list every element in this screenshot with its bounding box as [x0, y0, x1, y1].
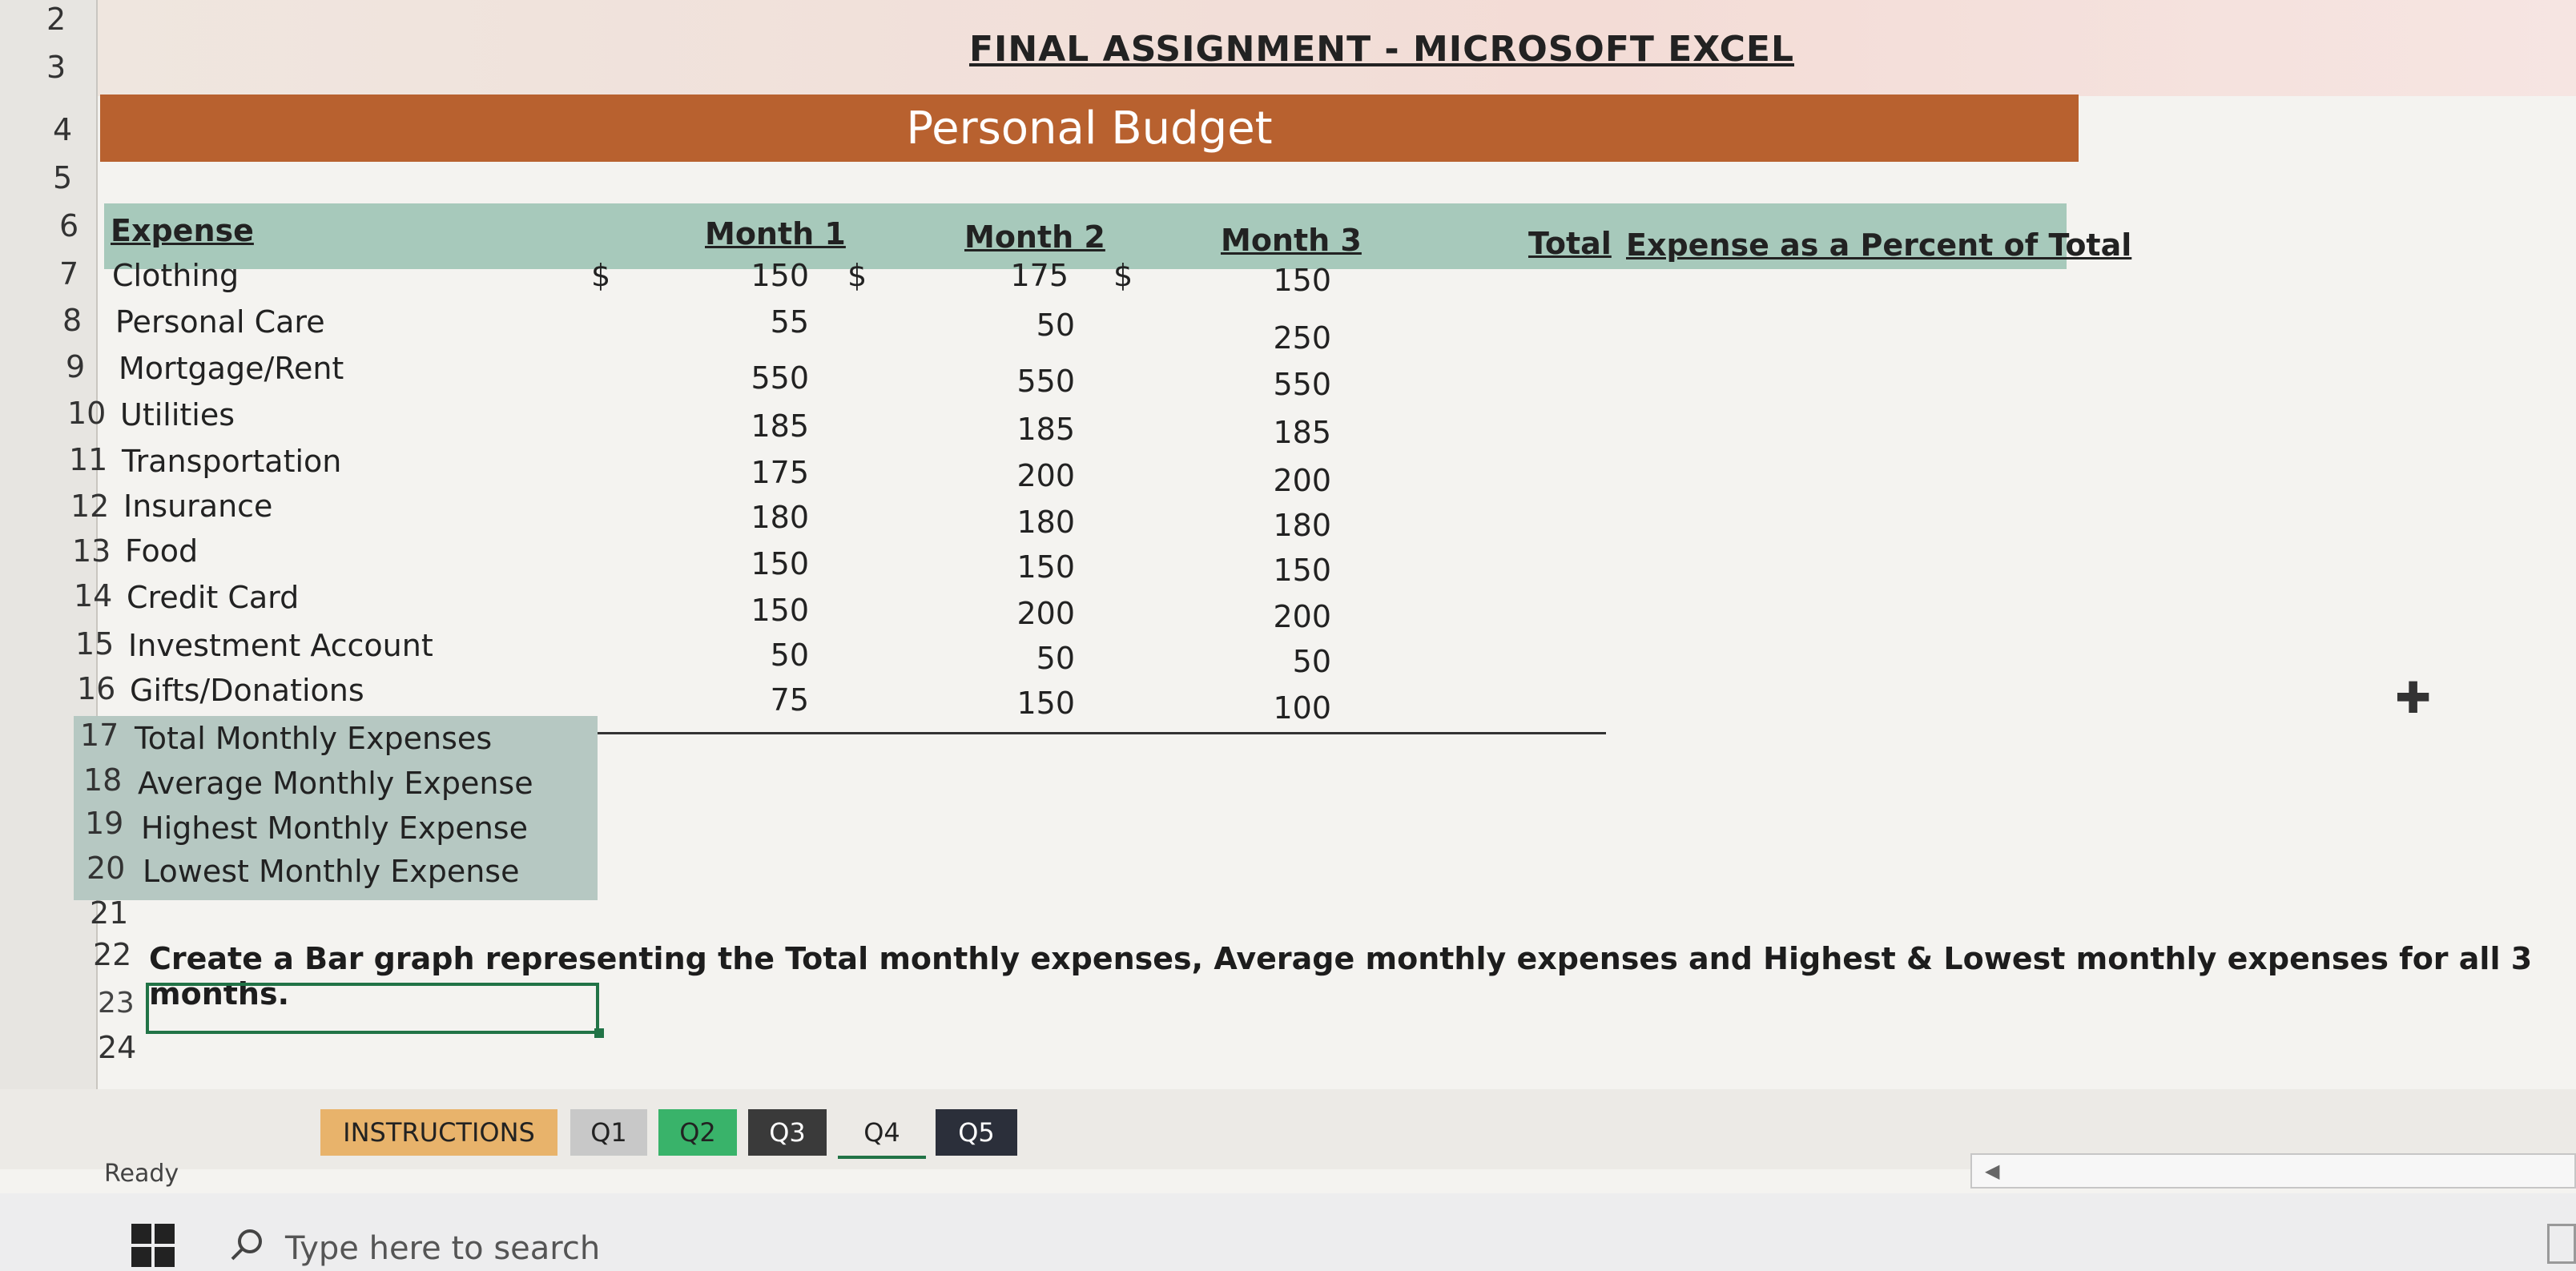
expense-name[interactable]: Investment Account — [128, 628, 433, 663]
budget-banner: Personal Budget — [100, 95, 2079, 162]
month-1-value[interactable]: 75 — [713, 682, 809, 718]
table-row: Personal Care 55 50 250 — [0, 304, 1602, 356]
expense-name[interactable]: Personal Care — [115, 304, 325, 340]
tab-label: INSTRUCTIONS — [343, 1117, 535, 1148]
row-number[interactable]: 18 — [83, 762, 122, 798]
row-number[interactable]: 2 — [46, 2, 66, 37]
tab-label: Q1 — [590, 1117, 627, 1148]
summary-lowest-label[interactable]: Lowest Monthly Expense — [143, 854, 519, 889]
fill-handle[interactable] — [594, 1028, 604, 1038]
table-row: Transportation 175 200 200 — [0, 444, 1602, 498]
header-month-1[interactable]: Month 1 — [705, 216, 846, 251]
expense-name[interactable]: Gifts/Donations — [130, 673, 364, 708]
table-row: Credit Card 150 200 200 — [0, 580, 1602, 634]
windows-start-icon[interactable] — [131, 1224, 176, 1269]
currency-symbol: $ — [1113, 258, 1133, 293]
summary-total-label[interactable]: Total Monthly Expenses — [135, 721, 492, 756]
row-number[interactable]: 23 — [98, 987, 135, 1020]
tab-label: Q5 — [958, 1117, 995, 1148]
selected-cell[interactable] — [146, 983, 599, 1034]
month-3-value[interactable]: 100 — [1235, 690, 1331, 726]
header-expense[interactable]: Expense — [111, 213, 254, 248]
header-percent-of-total[interactable]: Expense as a Percent of Total — [1626, 227, 2131, 263]
month-2-value[interactable]: 50 — [979, 308, 1075, 343]
currency-symbol: $ — [591, 258, 611, 293]
row-number[interactable]: 4 — [53, 112, 72, 147]
month-1-value[interactable]: 55 — [713, 304, 809, 340]
row-number[interactable]: 21 — [90, 895, 128, 931]
search-icon[interactable] — [227, 1225, 266, 1264]
month-2-value[interactable]: 175 — [972, 258, 1069, 293]
tab-label: Q3 — [769, 1117, 806, 1148]
tab-label: Q4 — [863, 1117, 900, 1148]
expense-name[interactable]: Mortgage/Rent — [119, 351, 344, 386]
tab-q1[interactable]: Q1 — [570, 1109, 647, 1156]
tab-label: Q2 — [679, 1117, 716, 1148]
row-number[interactable]: 17 — [80, 718, 119, 753]
scroll-left-icon[interactable]: ◀ — [1985, 1160, 1999, 1183]
banner-title: Personal Budget — [906, 102, 1273, 155]
status-text: Ready — [104, 1160, 179, 1188]
month-2-value[interactable]: 150 — [979, 686, 1075, 721]
summary-highest-label[interactable]: Highest Monthly Expense — [141, 810, 528, 846]
month-2-value[interactable]: 185 — [979, 412, 1075, 447]
total-border-line — [593, 732, 1606, 734]
tab-instructions[interactable]: INSTRUCTIONS — [320, 1109, 557, 1156]
tab-q5[interactable]: Q5 — [936, 1109, 1017, 1156]
table-row: Mortgage/Rent 550 550 550 — [0, 351, 1602, 402]
month-2-value[interactable]: 200 — [979, 596, 1075, 631]
expense-name[interactable]: Credit Card — [127, 580, 299, 615]
row-number[interactable]: 19 — [85, 806, 123, 841]
month-2-value[interactable]: 550 — [979, 364, 1075, 399]
expense-name[interactable]: Utilities — [120, 397, 235, 432]
expense-name[interactable]: Food — [125, 533, 198, 569]
month-1-value[interactable]: 185 — [713, 408, 809, 444]
table-row: Insurance 180 180 180 — [0, 489, 1602, 543]
row-number[interactable]: 24 — [98, 1030, 136, 1065]
table-row: Gifts/Donations 75 150 100 — [0, 673, 1602, 726]
row-number[interactable]: 3 — [46, 50, 66, 85]
header-month-2[interactable]: Month 2 — [964, 219, 1105, 255]
month-3-value[interactable]: 150 — [1235, 263, 1331, 298]
horizontal-scrollbar[interactable] — [1970, 1153, 2576, 1189]
table-row: Food 150 150 150 — [0, 533, 1602, 588]
month-1-value[interactable]: 150 — [713, 593, 809, 628]
taskbar-search-input[interactable]: Type here to search — [285, 1230, 600, 1267]
row-number[interactable]: 6 — [59, 208, 78, 243]
expense-name[interactable]: Clothing — [112, 258, 239, 293]
row-number[interactable]: 5 — [53, 160, 72, 195]
row-number[interactable]: 22 — [93, 937, 131, 972]
expense-name[interactable]: Transportation — [122, 444, 341, 479]
sheet-title: FINAL ASSIGNMENT - MICROSOFT EXCEL — [969, 29, 1795, 70]
tab-q2[interactable]: Q2 — [658, 1109, 737, 1156]
currency-symbol: $ — [847, 258, 867, 293]
month-1-value[interactable]: 175 — [713, 455, 809, 490]
month-1-value[interactable]: 150 — [713, 546, 809, 581]
month-1-value[interactable]: 50 — [713, 638, 809, 673]
cursor-cross-icon: ✚ — [2395, 674, 2432, 722]
header-total[interactable]: Total — [1528, 226, 1612, 261]
month-1-value[interactable]: 150 — [713, 258, 809, 293]
expense-name[interactable]: Insurance — [123, 489, 272, 524]
notification-icon[interactable] — [2547, 1224, 2576, 1264]
month-2-value[interactable]: 50 — [979, 641, 1075, 676]
table-row: Utilities 185 185 185 — [0, 397, 1602, 450]
tab-q4[interactable]: Q4 — [838, 1109, 926, 1159]
month-1-value[interactable]: 180 — [713, 500, 809, 535]
table-row: Investment Account 50 50 50 — [0, 628, 1602, 679]
summary-average-label[interactable]: Average Monthly Expense — [138, 766, 533, 801]
tab-q3[interactable]: Q3 — [748, 1109, 827, 1156]
month-1-value[interactable]: 550 — [713, 360, 809, 396]
header-month-3[interactable]: Month 3 — [1221, 223, 1362, 258]
row-number[interactable]: 20 — [87, 851, 125, 886]
table-row: Clothing $ 150 $ 175 $ 150 — [0, 258, 1602, 303]
